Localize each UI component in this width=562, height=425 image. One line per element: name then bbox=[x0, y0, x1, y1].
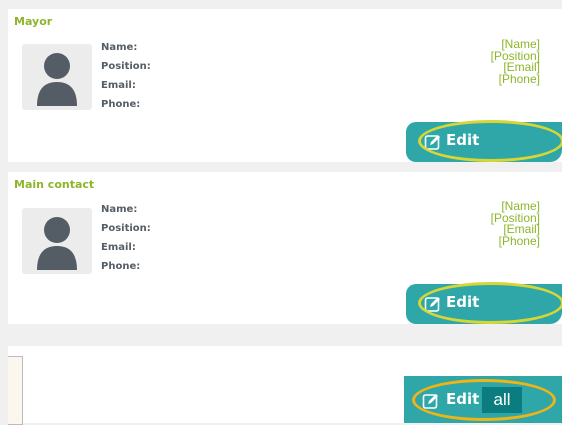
mayor-avatar bbox=[22, 44, 92, 110]
bottom-panel: Edit all bbox=[8, 346, 562, 425]
main-contact-labels: Name: Position: Email: Phone: bbox=[101, 200, 151, 276]
main-contact-card-title: Main contact bbox=[14, 178, 95, 191]
phone-label: Phone: bbox=[101, 99, 141, 110]
name-label: Name: bbox=[101, 204, 138, 215]
mayor-values: [Name] [Position] [Email] [Phone] bbox=[491, 38, 540, 86]
phone-label: Phone: bbox=[101, 261, 141, 272]
mayor-card: Mayor Name: Position: Email: Phone: [Nam… bbox=[8, 9, 562, 162]
highlight-circle bbox=[418, 120, 562, 162]
side-panel bbox=[8, 356, 23, 425]
name-label: Name: bbox=[101, 42, 138, 53]
phone-value: [Phone] bbox=[498, 233, 540, 248]
phone-value: [Phone] bbox=[498, 71, 540, 86]
edit-all-button[interactable]: Edit all bbox=[404, 376, 562, 423]
user-avatar-icon bbox=[37, 53, 77, 106]
mayor-card-title: Mayor bbox=[14, 15, 53, 28]
main-contact-card: Main contact Name: Position: Email: Phon… bbox=[8, 172, 562, 324]
main-contact-avatar bbox=[22, 208, 92, 274]
user-avatar-icon bbox=[37, 217, 77, 270]
mayor-labels: Name: Position: Email: Phone: bbox=[101, 38, 151, 114]
main-contact-values: [Name] [Position] [Email] [Phone] bbox=[491, 200, 540, 248]
position-label: Position: bbox=[101, 223, 151, 234]
email-label: Email: bbox=[101, 80, 136, 91]
highlight-circle bbox=[418, 282, 562, 324]
position-label: Position: bbox=[101, 61, 151, 72]
email-label: Email: bbox=[101, 242, 136, 253]
highlight-circle bbox=[412, 379, 556, 421]
